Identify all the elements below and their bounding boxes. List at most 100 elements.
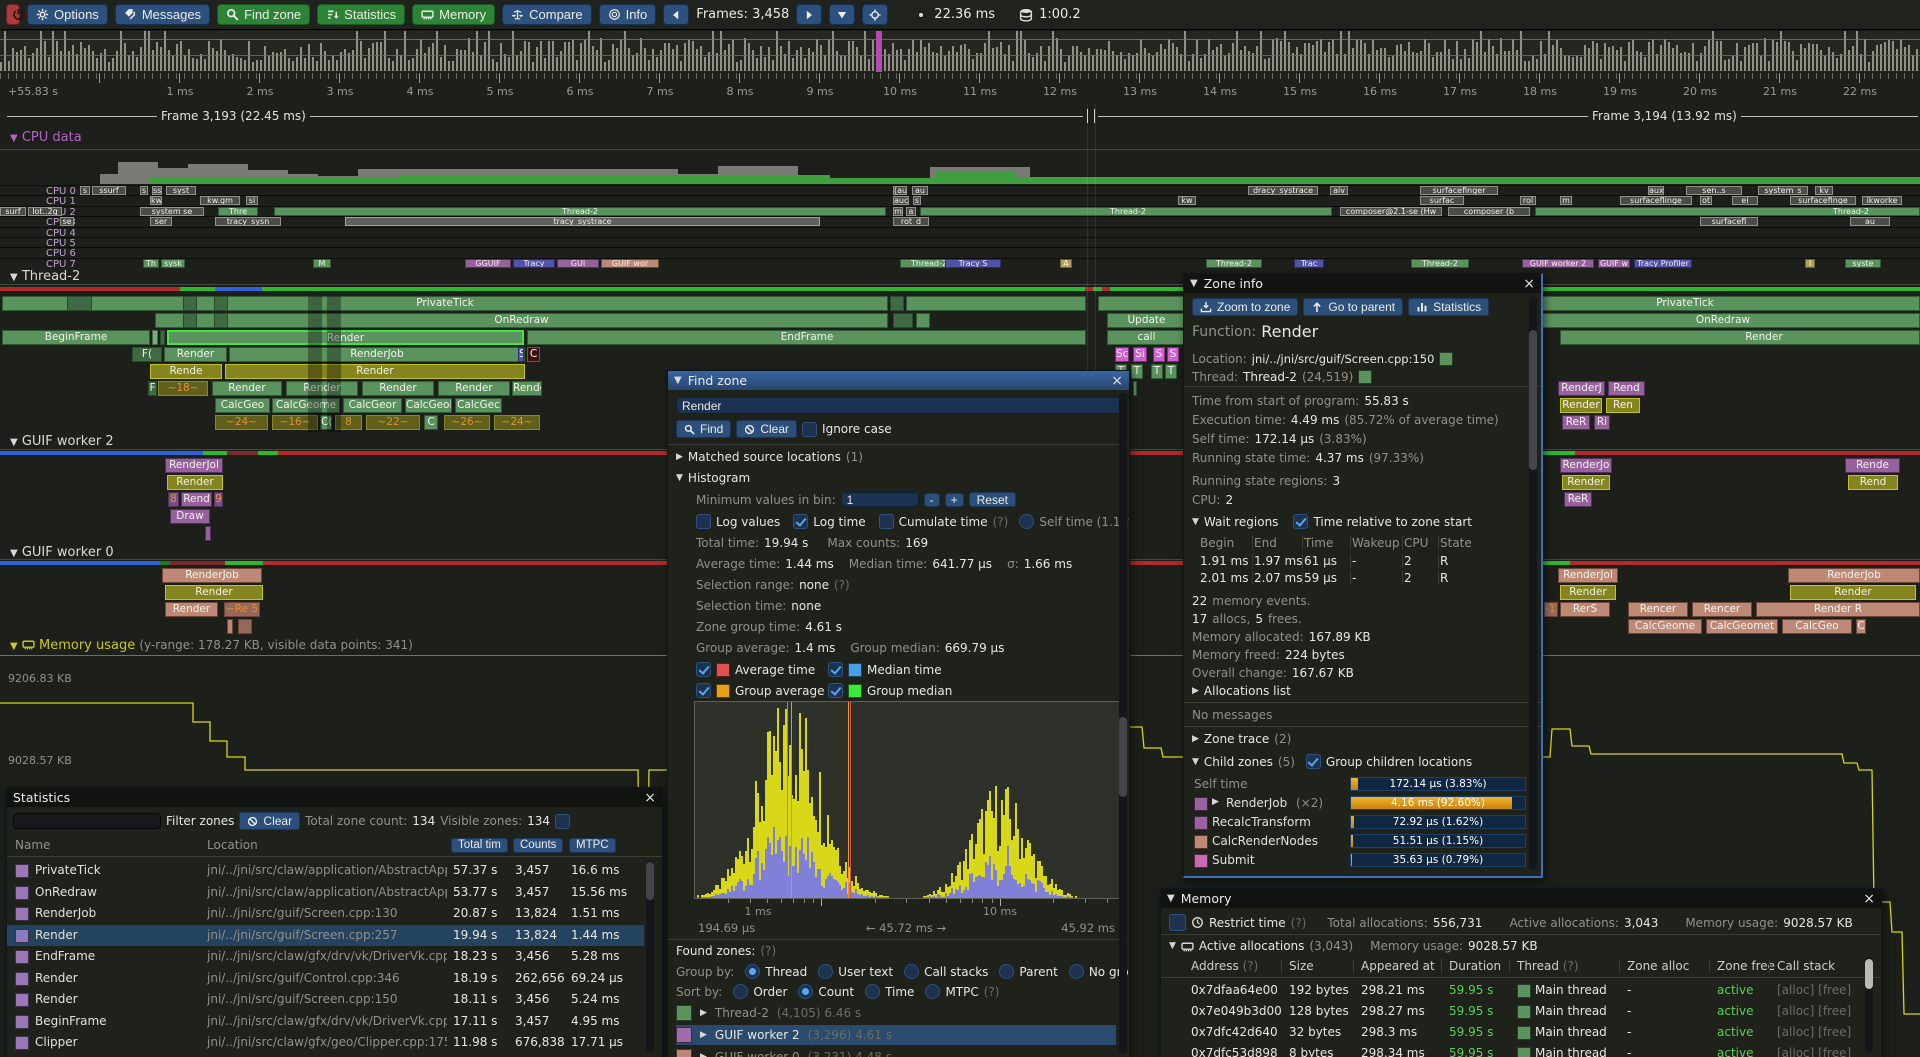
guif-worker0-section-header[interactable]: ▼ GUIF worker 0 [10,545,114,560]
timeline-zone[interactable]: surfacefinge [1790,196,1856,205]
timeline-zone[interactable]: Ren [1606,398,1640,413]
memory-scrollbar[interactable] [1865,959,1873,989]
timeline-zone[interactable]: composer@2.1-se (Hw [1340,207,1442,216]
found-zone-group[interactable]: ▶GUIF worker 0(3,231) 4.48 s [676,1047,1116,1057]
reset-button[interactable]: Reset [969,492,1016,507]
timeline-zone[interactable]: s [140,186,148,195]
timeline-zone[interactable] [238,619,252,634]
timeline-zone[interactable]: Sc [1115,347,1129,362]
timeline-zone[interactable]: C [424,415,438,430]
min-bin-input[interactable] [841,492,919,507]
timeline-zone[interactable]: 9 [214,492,223,507]
timeline-zone[interactable] [67,296,92,311]
clear-filter-button[interactable]: Clear [239,812,300,830]
timeline-zone[interactable]: RenderJob [1788,568,1920,583]
timeline-zone[interactable]: Thread-2 [1206,259,1262,268]
timeline-zone[interactable]: Rencer [1628,602,1688,617]
timeline-zone[interactable]: Thre [218,207,258,216]
timeline-zone[interactable]: ~24~ [215,415,268,430]
go-to-parent-button[interactable]: Go to parent [1303,298,1403,316]
timeline-zone[interactable]: CalcGeor [343,398,402,413]
mem-col-header[interactable]: Appeared at [1361,959,1435,973]
timeline-zone[interactable]: s [80,186,90,195]
table-row[interactable]: RenderJobjni/../jni/src/guif/Screen.cpp:… [7,903,644,924]
table-row[interactable]: EndFramejni/../jni/src/claw/gfx/drv/vk/D… [7,946,644,967]
timeline-zone[interactable]: lot..2g [28,207,62,216]
timeline-zone[interactable]: PrivateTick [2,296,888,311]
timeline-zone[interactable]: Thread-2 [920,207,1332,216]
timeline-zone[interactable]: T [1151,364,1163,379]
timeline-zone[interactable]: ~Re 5 [224,602,260,617]
radio-no-grouping[interactable] [1069,964,1084,979]
timeline-zone[interactable]: au [912,186,928,195]
timeline-zone[interactable]: Render [165,602,218,617]
timeline-zone[interactable] [183,313,197,328]
timeline-zone[interactable] [893,313,913,328]
timeline-zone[interactable] [152,330,158,345]
timeline-zone[interactable]: tracy_sysn [215,217,281,226]
timeline-zone[interactable]: Rende [1845,458,1900,473]
timeline-zone[interactable]: system_s [1758,186,1808,195]
timeline-zone[interactable]: Render [164,347,227,362]
memory-allocation-row[interactable]: 0x7dfc42d64032 bytes298.3 ms59.95 sMain … [1161,1023,1861,1043]
timeline-zone[interactable]: Thread-2 [1535,207,1920,216]
timeline-zone[interactable]: Trac [1294,259,1324,268]
alloc-call-stack[interactable]: [alloc] [free] [1777,1046,1851,1057]
table-row[interactable]: Renderjni/../jni/src/guif/Screen.cpp:150… [7,989,644,1010]
timeline-zone[interactable]: aux [1648,186,1664,195]
timeline-zone[interactable]: Rende [150,364,222,379]
find-zone-histogram[interactable] [694,701,1120,899]
timeline-zone[interactable]: C [1856,619,1866,634]
allocations-list-section[interactable]: ▶Allocations list [1192,684,1291,698]
table-row[interactable]: BeginFramejni/../jni/src/claw/gfx/drv/vk… [7,1011,644,1032]
timeline-zone[interactable]: Render [1560,330,1920,345]
timeline-zone[interactable]: ReR [1562,415,1590,430]
timeline-zone[interactable] [205,526,211,541]
radio-parent[interactable] [999,964,1014,979]
stats-scrollbar[interactable] [646,862,654,900]
timeline-zone[interactable]: ReR [1564,492,1592,507]
bin-plus-button[interactable]: + [945,493,964,507]
radio-thread[interactable] [745,964,760,979]
timeline-zone[interactable]: ~18~ [158,381,208,396]
cpu-data-section-header[interactable]: ▼ CPU data [10,130,82,145]
mem-col-header[interactable]: Address (?) [1191,959,1258,973]
radio-time[interactable] [865,984,880,999]
timeline-zone[interactable] [1133,381,1137,396]
stats-extra-checkbox[interactable] [555,814,570,829]
timeline-zone[interactable]: CalcGeoi [405,398,452,413]
timeline-zone[interactable] [890,296,904,311]
timeline-zone[interactable]: Thread-2 [274,207,886,216]
timeline-zone[interactable]: RenderJob [229,347,525,362]
wait-col-header[interactable]: CPU [1404,536,1439,550]
memory-allocation-row[interactable]: 0x7dfaa64e00192 bytes298.21 ms59.95 sMai… [1161,981,1861,1001]
timeline-zone[interactable]: Render [212,381,282,396]
self-time-radio[interactable] [1019,514,1034,529]
timeline-zone[interactable]: a [906,207,916,216]
timeline-zone[interactable] [214,296,228,311]
mem-col-header[interactable]: Thread (?) [1517,959,1579,973]
zone-info-titlebar[interactable]: ▼ Zone info × [1184,274,1541,293]
timeline-zone[interactable]: CalcGeome [1628,619,1702,634]
find-zone-scrollbar[interactable] [1119,717,1127,797]
wait-col-header[interactable]: State [1440,536,1480,550]
timeline-zone[interactable]: sen..s [1686,186,1742,195]
memory-allocation-row[interactable]: 0x7dfc53d8988 bytes298.34 ms59.95 sMain … [1161,1044,1861,1057]
mem-col-header[interactable]: Size [1289,959,1314,973]
timeline-zone[interactable]: surfacefl [1700,217,1758,226]
alloc-call-stack[interactable]: [alloc] [free] [1777,1025,1851,1039]
child-zone-row[interactable]: RecalcTransform72.92 µs (1.62%) [1184,814,1541,832]
histogram-section[interactable]: ▼Histogram [676,471,750,485]
timeline-zone[interactable]: Tracy [513,259,555,268]
timeline-zone[interactable]: CalcGeo [215,398,270,413]
ignore-case-checkbox[interactable] [802,422,817,437]
found-zone-group[interactable]: ▶Thread-2(4,105) 6.46 s [676,1003,1116,1023]
timeline-zone[interactable]: call [1107,330,1186,345]
timeline-zone[interactable] [916,313,930,328]
timeline-zone[interactable]: surfacefinger [1420,186,1498,195]
close-icon[interactable]: × [644,791,656,805]
timeline-zone[interactable]: aiv [1330,186,1348,195]
timeline-zone[interactable]: kw.gm [200,196,240,205]
zone-trace-section[interactable]: ▶Zone trace(2) [1192,732,1291,746]
radio-call-stacks[interactable] [904,964,919,979]
